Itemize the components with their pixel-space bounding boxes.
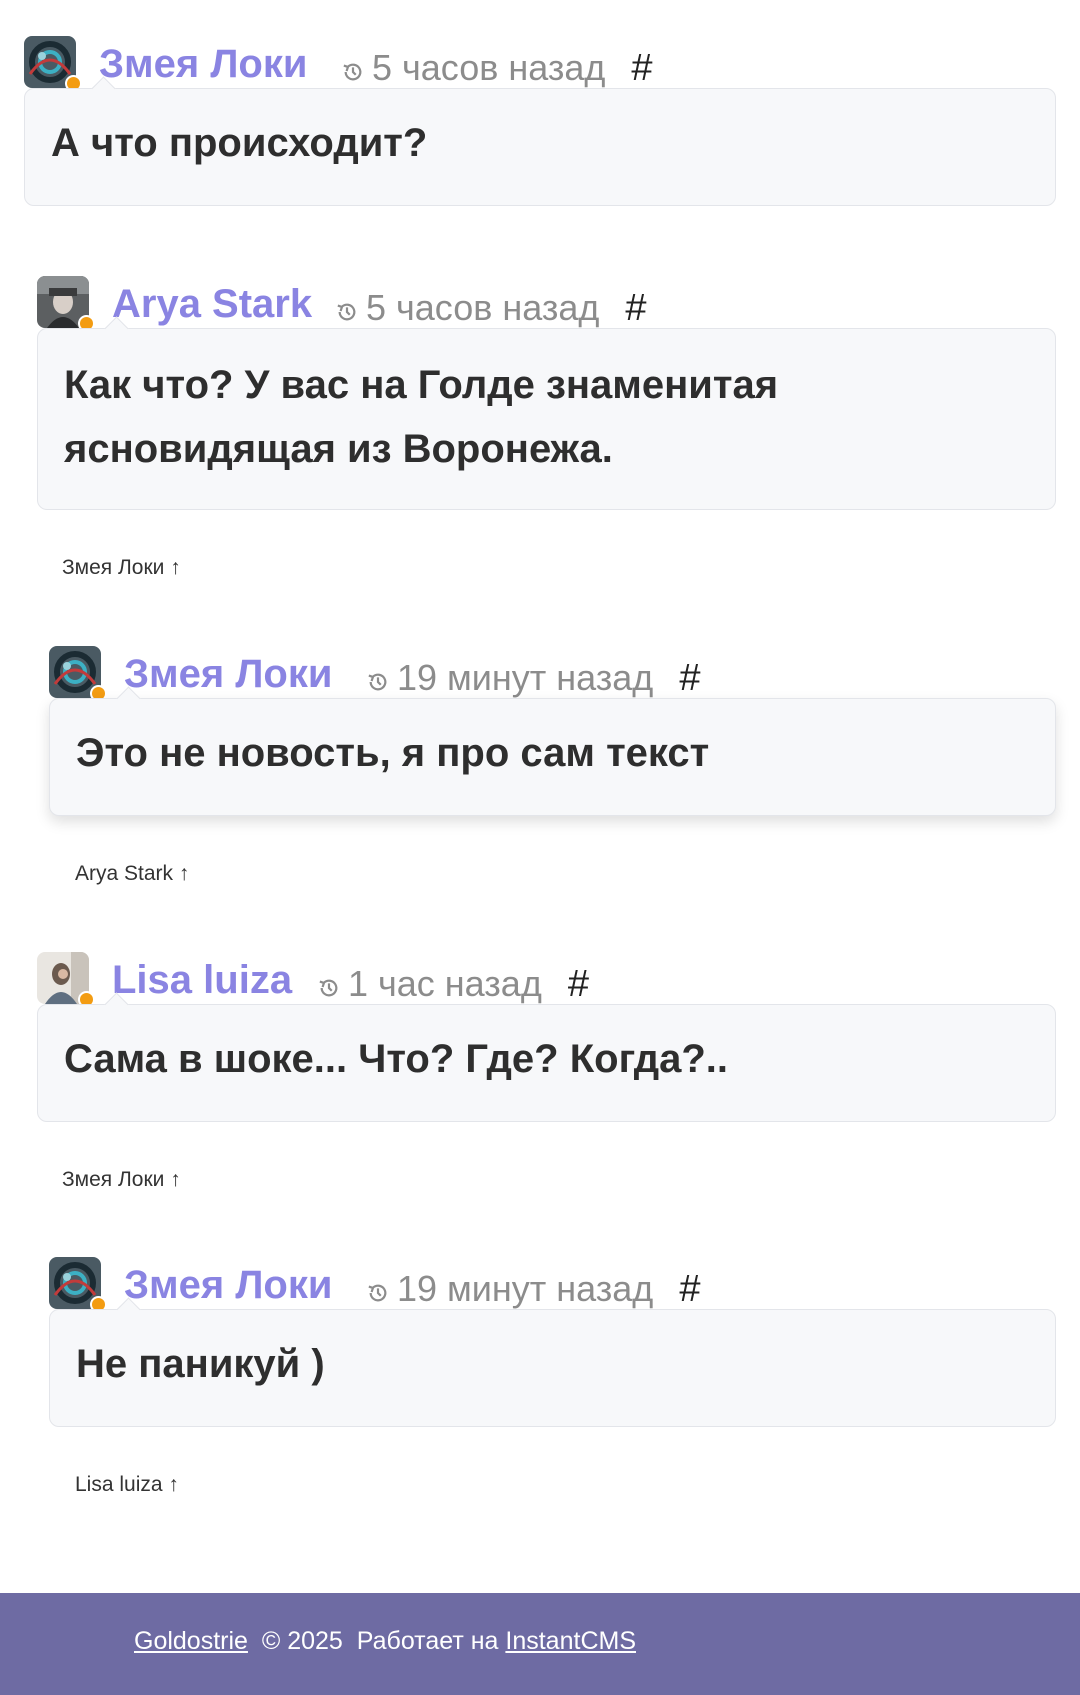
comment-anchor-link[interactable]: # xyxy=(631,46,652,90)
cms-link[interactable]: InstantCMS xyxy=(505,1627,636,1655)
parent-comment-link[interactable]: Arya Stark ↑ xyxy=(75,862,189,886)
comment-header: Змея Локи 19 минут назад # xyxy=(49,628,1056,702)
comment-meta: 19 минут назад # xyxy=(367,1267,700,1311)
powered-by-text: Работает на xyxy=(356,1627,499,1655)
comment-header: Lisa luiza 1 час назад # xyxy=(37,934,1056,1008)
comment-item: Змея Локи 19 минут назад # Это не новост… xyxy=(49,628,1056,816)
comment-item: Змея Локи 5 часов назад # А что происход… xyxy=(24,18,1056,206)
author-link[interactable]: Змея Локи xyxy=(99,40,307,88)
avatar[interactable] xyxy=(49,1257,107,1313)
comment-meta: 19 минут назад # xyxy=(367,656,700,700)
site-footer: Goldostrie © 2025 Работает на InstantCMS xyxy=(0,1593,1080,1695)
comment-anchor-link[interactable]: # xyxy=(679,1267,700,1311)
comment-time: 19 минут назад xyxy=(397,1268,654,1309)
history-clock-icon xyxy=(368,673,387,691)
comment-header: Arya Stark 5 часов назад # xyxy=(37,258,1056,332)
avatar[interactable] xyxy=(24,36,82,92)
comment-text: А что происходит? xyxy=(24,88,1056,206)
comment-text: Как что? У вас на Голде знаменитая яснов… xyxy=(37,328,1056,510)
author-link[interactable]: Lisa luiza xyxy=(112,956,292,1004)
comment-time: 19 минут назад xyxy=(397,657,654,698)
comment-item: Змея Локи 19 минут назад # Не паникуй ) xyxy=(49,1239,1056,1427)
comment-text: Это не новость, я про сам текст xyxy=(49,698,1056,816)
comment-time: 5 часов назад xyxy=(372,47,606,88)
comment-item: Lisa luiza 1 час назад # Сама в шоке... … xyxy=(37,934,1056,1122)
avatar[interactable] xyxy=(49,646,107,702)
comments-page: Змея Локи 5 часов назад # А что происход… xyxy=(0,0,1080,1695)
comment-meta: 5 часов назад # xyxy=(336,286,647,330)
comment-text: Сама в шоке... Что? Где? Когда?.. xyxy=(37,1004,1056,1122)
history-clock-icon xyxy=(337,303,356,321)
comment-anchor-link[interactable]: # xyxy=(625,286,646,330)
history-clock-icon xyxy=(343,63,362,81)
parent-comment-link[interactable]: Змея Локи ↑ xyxy=(62,1168,181,1192)
comment-anchor-link[interactable]: # xyxy=(679,656,700,700)
comment-meta: 5 часов назад # xyxy=(342,46,653,90)
footer-line: Goldostrie © 2025 Работает на InstantCMS xyxy=(134,1627,636,1656)
author-link[interactable]: Arya Stark xyxy=(112,280,312,328)
avatar[interactable] xyxy=(37,276,95,332)
comment-anchor-link[interactable]: # xyxy=(568,962,589,1006)
parent-comment-link[interactable]: Lisa luiza ↑ xyxy=(75,1473,179,1497)
history-clock-icon xyxy=(319,979,338,997)
parent-comment-link[interactable]: Змея Локи ↑ xyxy=(62,556,181,580)
history-clock-icon xyxy=(368,1284,387,1302)
comment-time: 1 час назад xyxy=(348,963,542,1004)
comment-time: 5 часов назад xyxy=(366,287,600,328)
comment-text: Не паникуй ) xyxy=(49,1309,1056,1427)
author-link[interactable]: Змея Локи xyxy=(124,1261,332,1309)
comment-meta: 1 час назад # xyxy=(318,962,589,1006)
copyright-text: © 2025 xyxy=(261,1627,343,1655)
site-link[interactable]: Goldostrie xyxy=(134,1627,248,1655)
author-link[interactable]: Змея Локи xyxy=(124,650,332,698)
comment-item: Arya Stark 5 часов назад # Как что? У ва… xyxy=(37,258,1056,510)
avatar[interactable] xyxy=(37,952,95,1008)
comment-header: Змея Локи 5 часов назад # xyxy=(24,18,1056,92)
comment-header: Змея Локи 19 минут назад # xyxy=(49,1239,1056,1313)
